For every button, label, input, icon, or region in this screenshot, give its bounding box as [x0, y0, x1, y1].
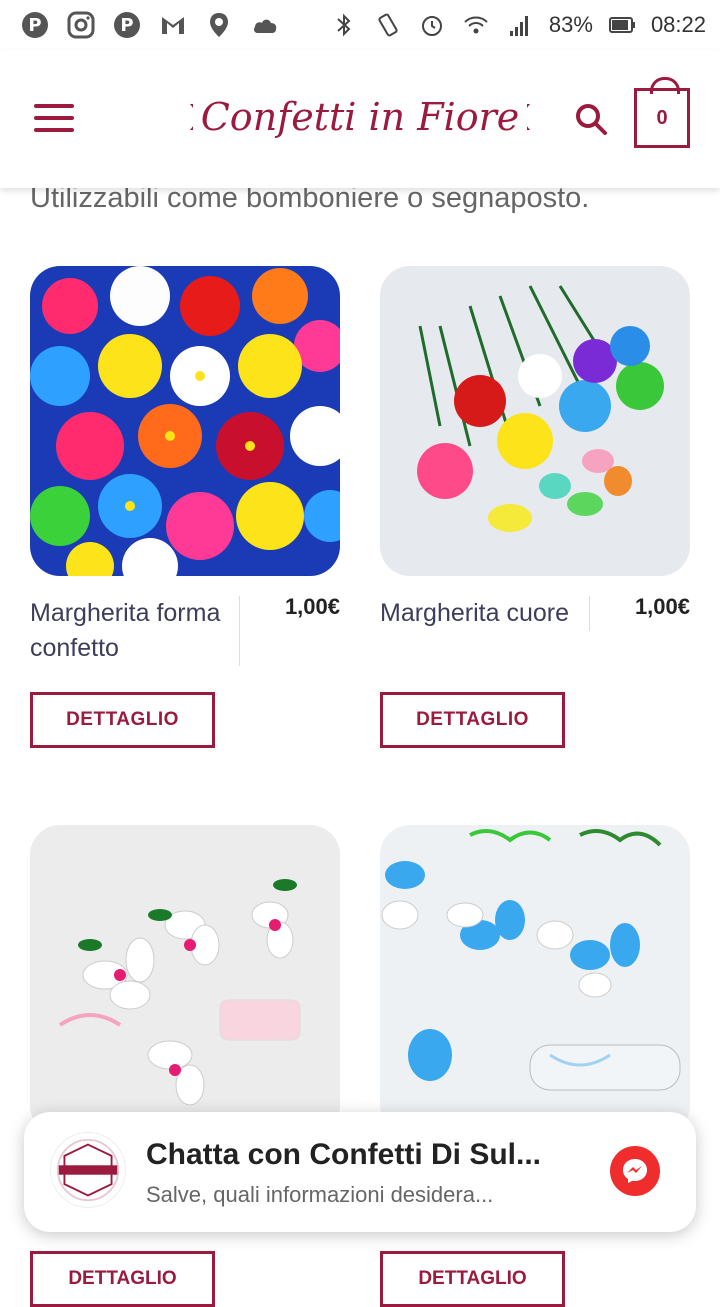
wifi-icon: [461, 10, 491, 40]
location-icon: [204, 10, 234, 40]
product-title[interactable]: Margherita forma confetto: [30, 596, 240, 666]
product-card: Margherita cuore 1,00€ DETTAGLIO: [380, 266, 690, 748]
menu-icon[interactable]: [34, 102, 76, 136]
alarm-icon: [417, 10, 447, 40]
instagram-icon: [66, 10, 96, 40]
battery-percent: 83%: [548, 12, 593, 37]
product-image[interactable]: [30, 825, 340, 1135]
detail-button[interactable]: DETTAGLIO: [30, 1251, 215, 1307]
product-card: DETTAGLIO: [30, 825, 340, 1135]
svg-text:P: P: [120, 15, 133, 36]
product-card: Margherita forma confetto 1,00€ DETTAGLI…: [30, 266, 340, 748]
gmail-icon: [158, 10, 188, 40]
detail-button[interactable]: DETTAGLIO: [380, 692, 565, 748]
messenger-chat-widget[interactable]: Chatta con Confetti Di Sul... Salve, qua…: [24, 1112, 696, 1232]
cart-count: 0: [656, 106, 668, 129]
product-image[interactable]: [380, 266, 690, 576]
battery-icon: [607, 10, 637, 40]
search-icon[interactable]: [574, 102, 608, 136]
clock: 08:22: [650, 12, 706, 37]
detail-button[interactable]: DETTAGLIO: [380, 1251, 565, 1307]
pinterest-icon: P: [20, 10, 50, 40]
signal-icon: [505, 10, 535, 40]
cloud-icon: [250, 10, 280, 40]
site-header: Confetti in Fiore 0: [0, 50, 720, 188]
product-price: 1,00€: [634, 594, 690, 619]
product-image[interactable]: [30, 266, 340, 576]
cart-button[interactable]: 0: [634, 77, 690, 148]
site-logo[interactable]: Confetti in Fiore: [190, 82, 530, 152]
product-price: 1,00€: [284, 594, 340, 619]
product-title[interactable]: Margherita cuore: [380, 596, 590, 631]
chat-avatar: [50, 1132, 126, 1208]
product-image[interactable]: [380, 825, 690, 1135]
status-bar: P P 83% 08:22: [0, 0, 720, 50]
product-card: DETTAGLIO: [380, 825, 690, 1135]
messenger-icon[interactable]: [610, 1146, 660, 1196]
detail-button[interactable]: DETTAGLIO: [30, 692, 215, 748]
svg-text:P: P: [28, 15, 41, 36]
bluetooth-icon: [329, 10, 359, 40]
pinterest-icon: P: [112, 10, 142, 40]
chat-message: Salve, quali informazioni desidera...: [146, 1182, 494, 1207]
vibrate-icon: [373, 10, 403, 40]
logo-text: Confetti in Fiore: [192, 95, 528, 139]
chat-title: Chatta con Confetti Di Sul...: [146, 1138, 541, 1171]
